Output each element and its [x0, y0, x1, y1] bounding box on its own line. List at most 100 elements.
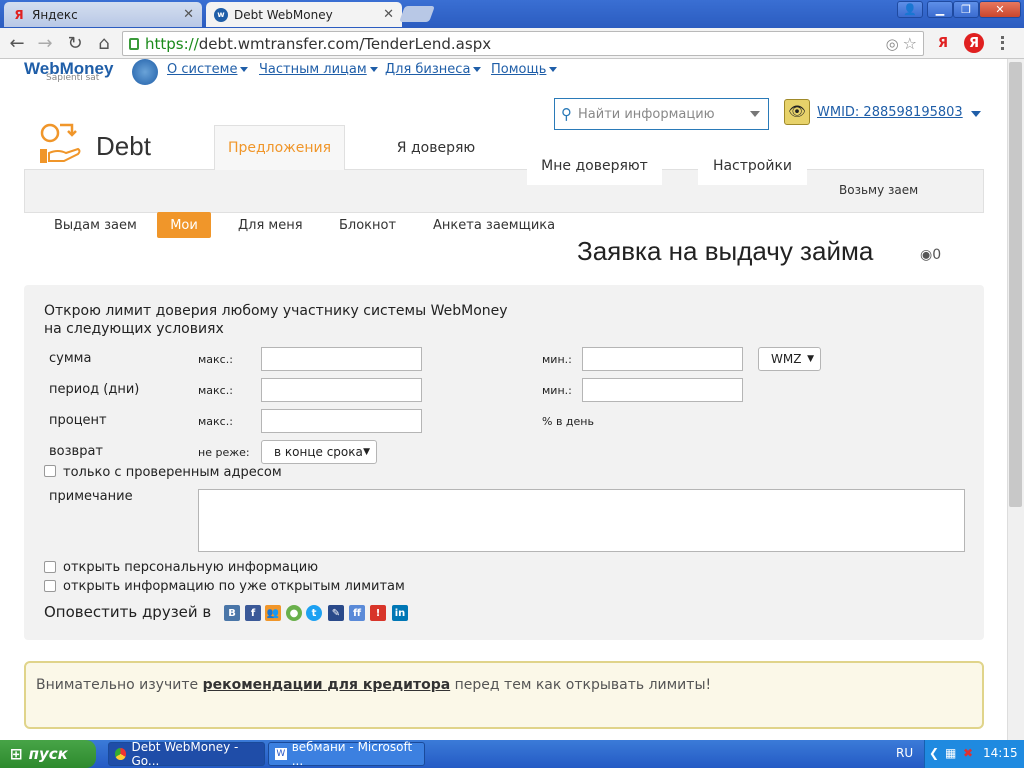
chevron-down-icon[interactable]: [750, 111, 760, 117]
percent-unit-label: % в день: [542, 415, 594, 428]
restore-button[interactable]: ❐: [953, 1, 979, 18]
language-indicator[interactable]: RU: [896, 746, 913, 760]
subtab-mine[interactable]: Мои: [157, 212, 211, 238]
form-intro-line2: на следующих условиях: [44, 321, 224, 337]
min-label: мин.:: [542, 353, 572, 366]
tab-yandex[interactable]: Я Яндекс ✕: [4, 2, 202, 27]
debt-hand-icon: [40, 123, 81, 163]
tab-settings[interactable]: Настройки: [698, 147, 807, 185]
return-label: возврат: [49, 444, 103, 459]
close-tab-icon[interactable]: ✕: [383, 7, 394, 22]
close-window-button[interactable]: ✕: [979, 1, 1021, 18]
verified-address-label: только с проверенным адресом: [63, 465, 282, 480]
url-text: debt.wmtransfer.com/TenderLend.aspx: [198, 34, 492, 53]
percent-max-input[interactable]: [261, 409, 422, 433]
period-min-input[interactable]: [582, 378, 743, 402]
nav-help[interactable]: Помощь: [491, 62, 558, 77]
close-tab-icon[interactable]: ✕: [183, 7, 194, 22]
logo-subtitle: Sapienti sat: [46, 73, 100, 83]
odnoklassniki-icon[interactable]: 👥: [265, 605, 281, 621]
sum-min-input[interactable]: [582, 347, 743, 371]
reload-icon[interactable]: ↻: [64, 32, 86, 54]
new-tab-button[interactable]: [399, 6, 435, 22]
tab-debt-webmoney[interactable]: w Debt WebMoney ✕: [206, 2, 402, 27]
menu-icon[interactable]: [1001, 36, 1005, 50]
percent-label: процент: [49, 413, 107, 428]
period-max-input[interactable]: [261, 378, 422, 402]
windows-logo-icon: ⊞: [10, 745, 23, 763]
nav-business[interactable]: Для бизнеса: [385, 62, 482, 77]
lock-icon: [129, 37, 139, 50]
user-icon[interactable]: 👤: [897, 1, 923, 18]
chevron-down-icon[interactable]: [971, 111, 981, 117]
tab-trust-me[interactable]: Мне доверяют: [527, 147, 662, 185]
subtab-for-me[interactable]: Для меня: [224, 212, 317, 238]
tray-arrow-icon[interactable]: ❮: [929, 746, 939, 760]
notify-friends-label: Оповестить друзей в: [44, 603, 212, 621]
moimir-icon[interactable]: ●: [286, 605, 302, 621]
livejournal-icon[interactable]: ✎: [328, 605, 344, 621]
personal-info-label: открыть персональную информацию: [63, 560, 319, 575]
open-limits-label: открыть информацию по уже открытым лимит…: [63, 579, 405, 594]
page-title: Заявка на выдачу займа: [577, 236, 874, 266]
nav-individuals[interactable]: Частным лицам: [259, 62, 378, 77]
location-icon[interactable]: ◎: [886, 35, 899, 53]
taskbar-chrome[interactable]: Debt WebMoney - Go...: [108, 740, 265, 768]
star-icon[interactable]: ☆: [903, 34, 917, 53]
subtab-borrower-form[interactable]: Анкета заемщика: [419, 212, 569, 238]
network-icon[interactable]: ▦: [945, 746, 956, 760]
take-loan-link[interactable]: Возьму заем: [839, 183, 918, 197]
max-label: макс.:: [198, 415, 233, 428]
form-intro-line1: Открою лимит доверия любому участнику си…: [44, 303, 508, 319]
yandex-button[interactable]: Я: [964, 33, 984, 53]
minimize-button[interactable]: ▁: [927, 1, 953, 18]
webmoney-globe-icon: [132, 59, 158, 85]
return-frequency-select[interactable]: в конце срока ▼: [261, 440, 377, 464]
liveinternet-icon[interactable]: !: [370, 605, 386, 621]
linkedin-icon[interactable]: in: [392, 605, 408, 621]
personal-info-checkbox[interactable]: [44, 561, 56, 573]
address-bar[interactable]: https:// debt.wmtransfer.com/TenderLend.…: [122, 31, 924, 56]
max-label: макс.:: [198, 353, 233, 366]
start-button[interactable]: ⊞ пуск: [0, 740, 96, 768]
debt-title: Debt: [96, 131, 151, 161]
search-input[interactable]: ⚲ Найти информацию: [554, 98, 769, 130]
dropdown-arrow-icon: ▼: [363, 447, 370, 457]
forward-icon[interactable]: →: [34, 32, 56, 54]
note-textarea[interactable]: [198, 489, 965, 552]
clock[interactable]: 14:15: [983, 746, 1018, 760]
back-icon[interactable]: ←: [6, 32, 28, 54]
wmid-link[interactable]: WMID: 288598195803: [817, 105, 963, 120]
tab-label: Debt WebMoney: [234, 7, 333, 22]
chrome-icon: [115, 748, 127, 760]
twitter-icon[interactable]: t: [306, 605, 322, 621]
search-icon: ⚲: [561, 105, 572, 123]
taskbar-word[interactable]: W вебмани - Microsoft ...: [268, 740, 425, 768]
note-label: примечание: [49, 489, 133, 504]
tab-offers[interactable]: Предложения: [214, 125, 345, 170]
subtab-notebook[interactable]: Блокнот: [325, 212, 410, 238]
home-icon[interactable]: ⌂: [93, 32, 115, 54]
security-icon[interactable]: ✖: [963, 746, 973, 760]
currency-select[interactable]: WMZ ▼: [758, 347, 821, 371]
facebook-icon[interactable]: f: [245, 605, 261, 621]
sum-max-input[interactable]: [261, 347, 422, 371]
nav-about[interactable]: О системе: [167, 62, 249, 77]
vkontakte-icon[interactable]: B: [224, 605, 240, 621]
search-placeholder: Найти информацию: [578, 106, 715, 122]
yandex-icon[interactable]: Я: [933, 33, 953, 53]
url-scheme: https://: [145, 34, 199, 53]
subtab-give-loan[interactable]: Выдам заем: [40, 212, 151, 238]
avatar[interactable]: 👁: [784, 99, 810, 125]
verified-address-checkbox[interactable]: [44, 465, 56, 477]
scrollbar-thumb[interactable]: [1009, 62, 1022, 507]
creditor-notice: Внимательно изучите рекомендации для кре…: [24, 661, 984, 729]
min-label: мин.:: [542, 384, 572, 397]
webmoney-icon: w: [214, 7, 228, 22]
recommendations-link[interactable]: рекомендации для кредитора: [203, 677, 451, 693]
tab-i-trust[interactable]: Я доверяю: [372, 137, 500, 159]
open-limits-checkbox[interactable]: [44, 580, 56, 592]
friendfeed-icon[interactable]: ff: [349, 605, 365, 621]
tab-label: Яндекс: [32, 7, 78, 22]
yandex-icon: Я: [14, 7, 24, 22]
